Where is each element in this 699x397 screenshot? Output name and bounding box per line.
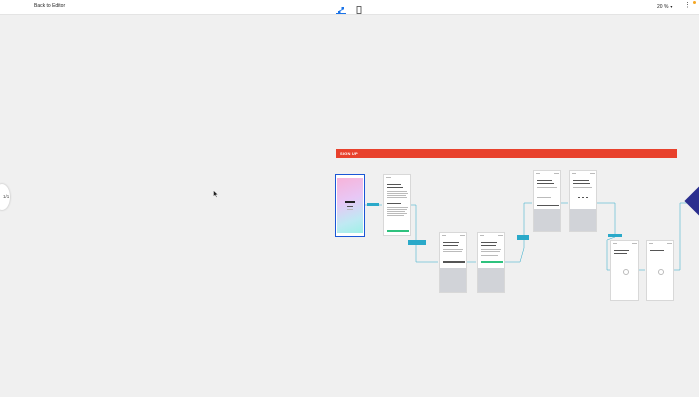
screen-thumbnail-loading-1[interactable] [610, 240, 639, 301]
screen-thumbnail-intro[interactable] [383, 174, 411, 236]
screen-thumbnail-loading-2[interactable] [646, 240, 674, 301]
screen-thumbnail-name-filled[interactable] [477, 232, 505, 293]
flow-connector-chip[interactable] [367, 203, 379, 206]
screen-thumbnail-splash[interactable] [335, 174, 365, 237]
flow-connector-chip[interactable] [608, 234, 622, 237]
flow-connector-chip[interactable] [408, 240, 426, 245]
screen-thumbnail-name-input[interactable] [439, 232, 467, 293]
screen-thumbnail-verify-code[interactable] [569, 170, 597, 232]
flow-connector-chip[interactable] [517, 235, 529, 240]
screen-thumbnail-phone-input[interactable] [533, 170, 561, 232]
